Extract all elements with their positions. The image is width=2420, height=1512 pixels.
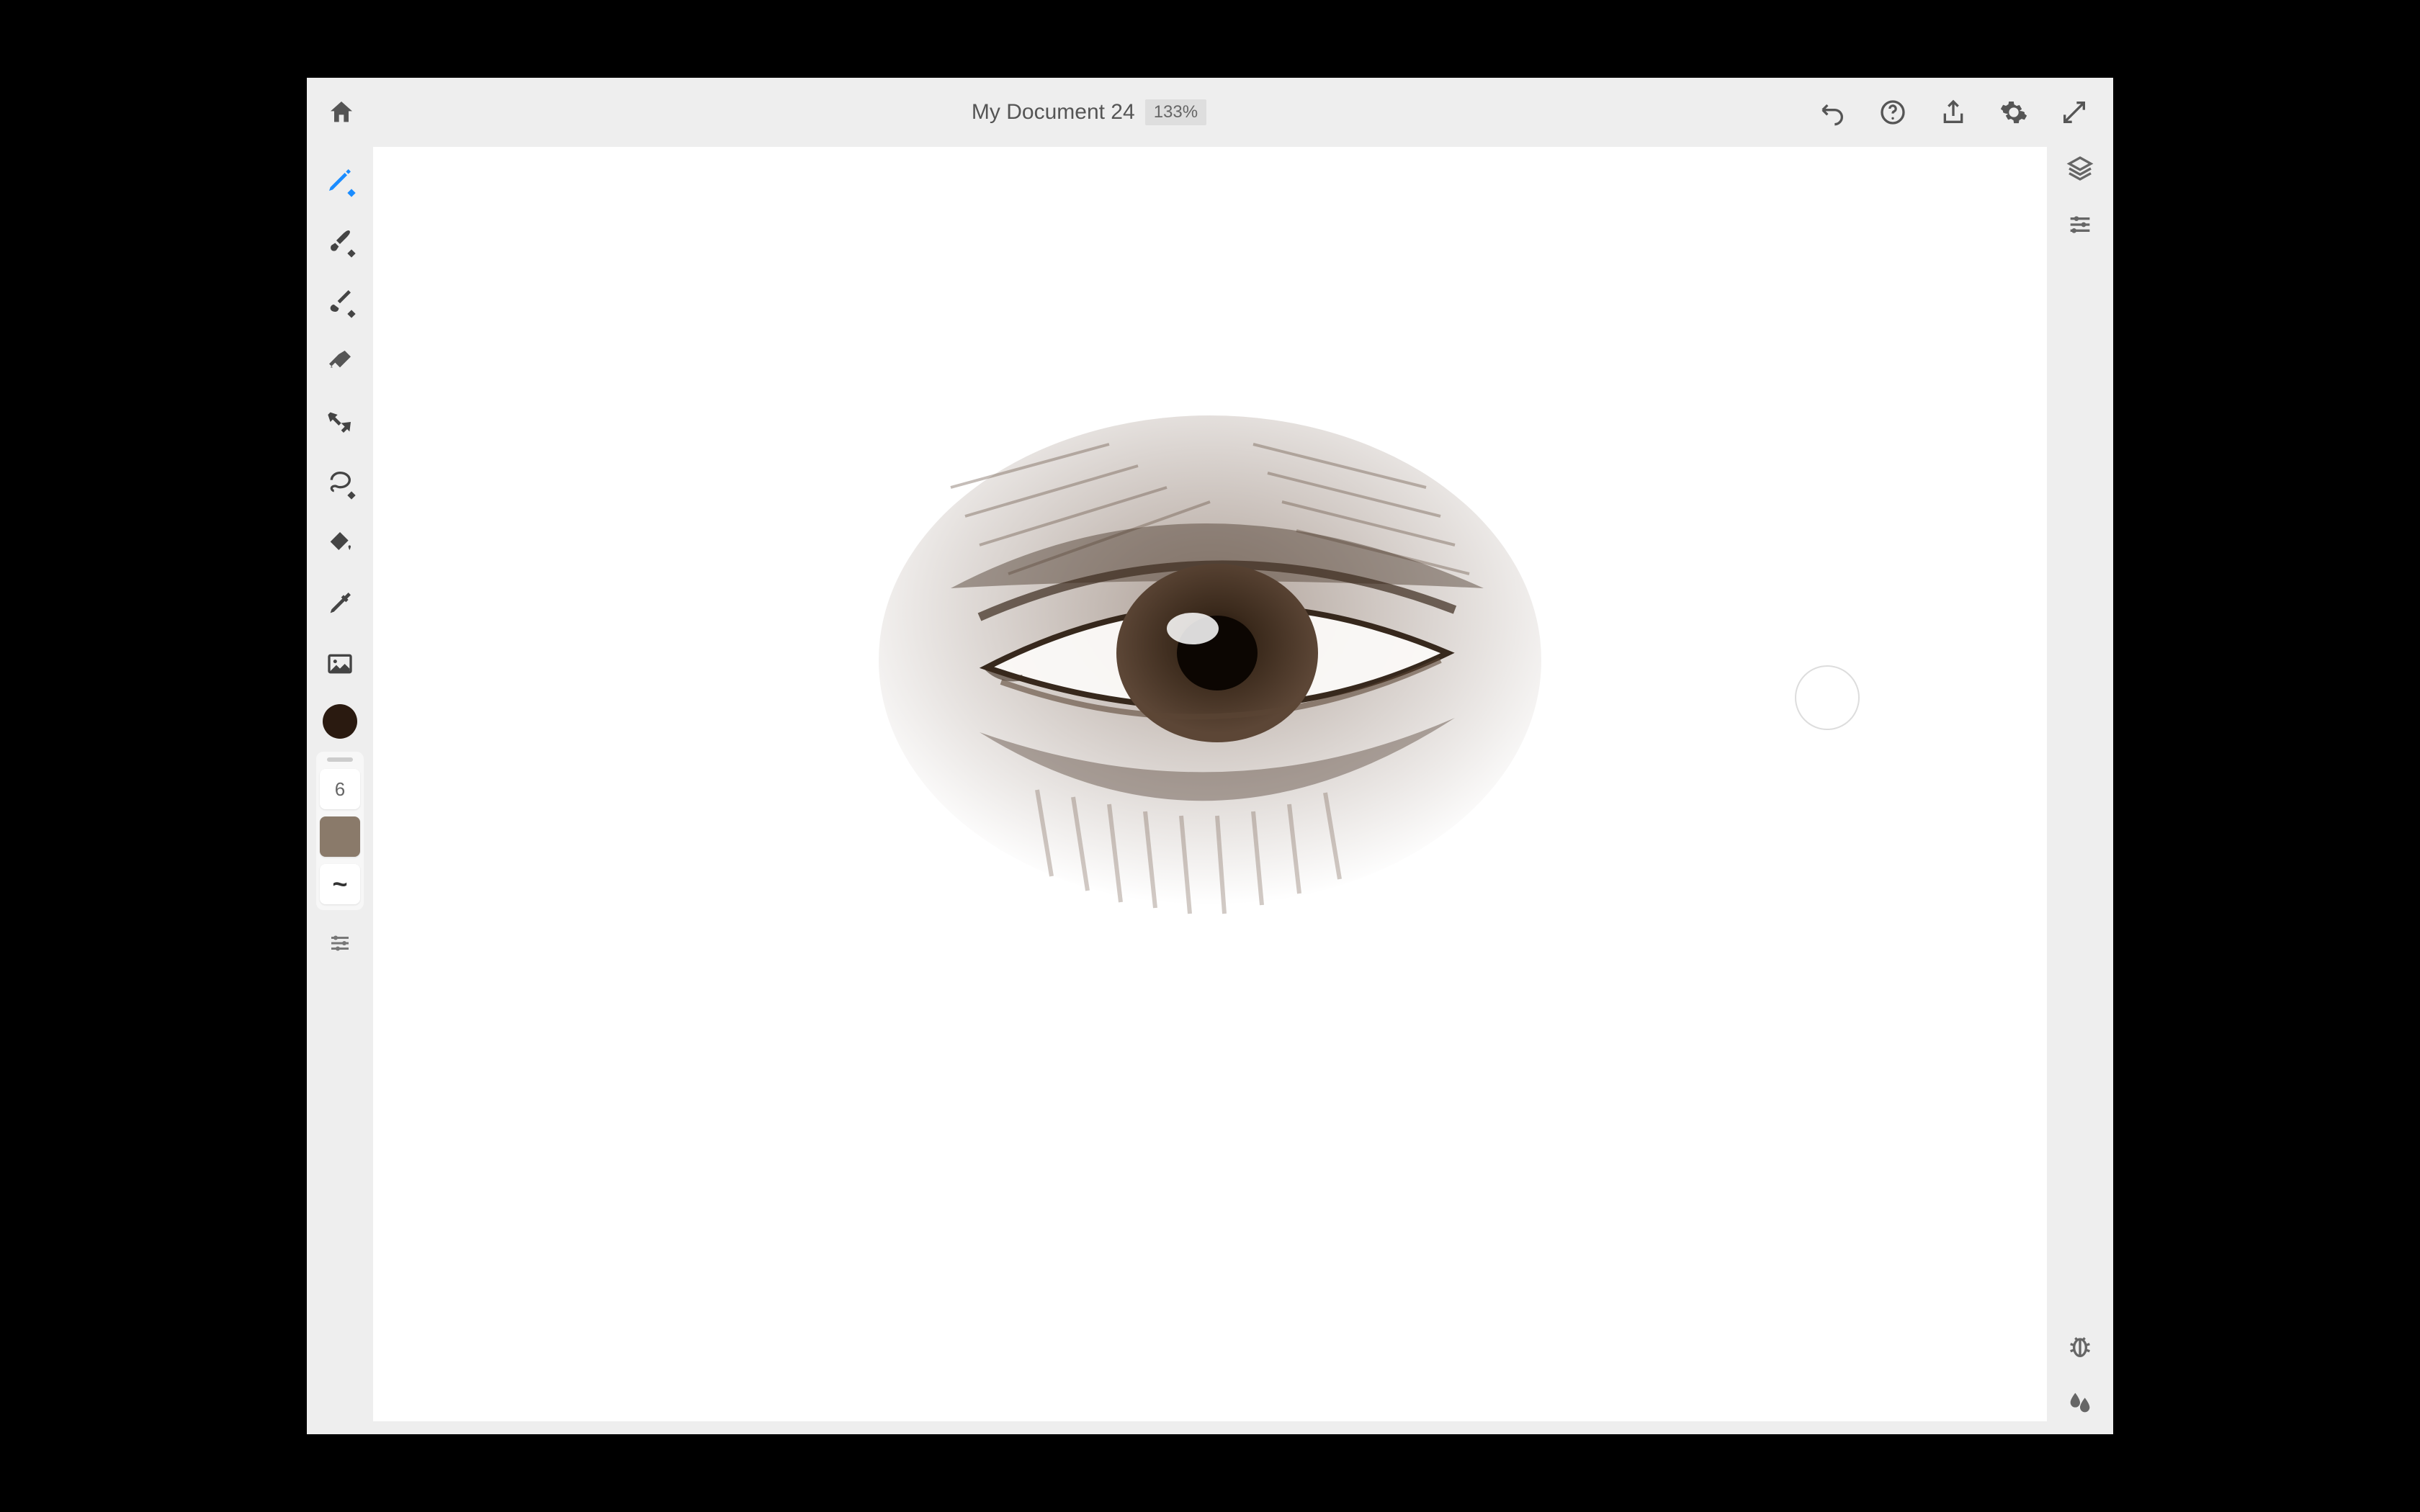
home-icon <box>327 98 356 127</box>
share-button[interactable] <box>1936 95 1971 130</box>
settings-button[interactable] <box>1996 95 2031 130</box>
fullscreen-button[interactable] <box>2057 95 2092 130</box>
document-title: My Document 24 <box>972 100 1135 125</box>
tool-bucket[interactable] <box>313 514 367 572</box>
sliders-icon <box>2066 210 2094 239</box>
tool-lasso[interactable] <box>313 454 367 511</box>
titlebar: My Document 24 133% <box>307 78 2113 147</box>
tool-eyedropper[interactable] <box>313 575 367 632</box>
brush-size-chip[interactable]: 6 <box>320 769 360 809</box>
brush-color-chip[interactable] <box>320 816 360 857</box>
bug-button[interactable] <box>2063 1329 2097 1364</box>
tool-image[interactable] <box>313 635 367 693</box>
left-toolbar: 6 <box>307 147 373 1434</box>
tool-eraser[interactable] <box>313 333 367 390</box>
canvas-artwork <box>821 358 1599 1006</box>
undo-icon <box>1818 98 1847 127</box>
eraser-icon <box>326 347 354 376</box>
brush-flow-chip[interactable] <box>320 864 360 904</box>
share-icon <box>1939 98 1968 127</box>
tool-pixel-brush[interactable] <box>313 151 367 209</box>
zoom-badge[interactable]: 133% <box>1145 99 1206 125</box>
bug-icon <box>2066 1332 2094 1361</box>
layers-button[interactable] <box>2063 151 2097 186</box>
sliders-icon <box>327 930 353 956</box>
tool-brush-2[interactable] <box>313 212 367 269</box>
right-toolbar <box>2047 147 2113 1434</box>
home-button[interactable] <box>324 95 359 130</box>
canvas-container <box>373 147 2047 1434</box>
move-icon <box>326 408 354 436</box>
undo-button[interactable] <box>1815 95 1850 130</box>
help-button[interactable] <box>1876 95 1910 130</box>
expand-icon <box>2060 98 2089 127</box>
main-area: 6 <box>307 147 2113 1434</box>
brush-cursor <box>1795 665 1860 730</box>
adjustments-button[interactable] <box>2063 207 2097 242</box>
eyedropper-icon <box>326 589 354 618</box>
tool-move[interactable] <box>313 393 367 451</box>
brush-options-button[interactable] <box>320 923 360 963</box>
help-icon <box>1878 98 1907 127</box>
water-blend-button[interactable] <box>2063 1385 2097 1420</box>
tool-brush-3[interactable] <box>313 272 367 330</box>
drag-handle-icon[interactable] <box>327 757 353 762</box>
water-drops-icon <box>2066 1388 2094 1417</box>
app-window: My Document 24 133% <box>307 78 2113 1434</box>
layers-icon <box>2066 154 2094 183</box>
image-icon <box>326 649 354 678</box>
brush-settings-group: 6 <box>316 752 364 910</box>
canvas[interactable] <box>373 147 2047 1421</box>
current-color-swatch[interactable] <box>323 704 357 739</box>
bucket-icon <box>326 528 354 557</box>
gear-icon <box>1999 98 2028 127</box>
